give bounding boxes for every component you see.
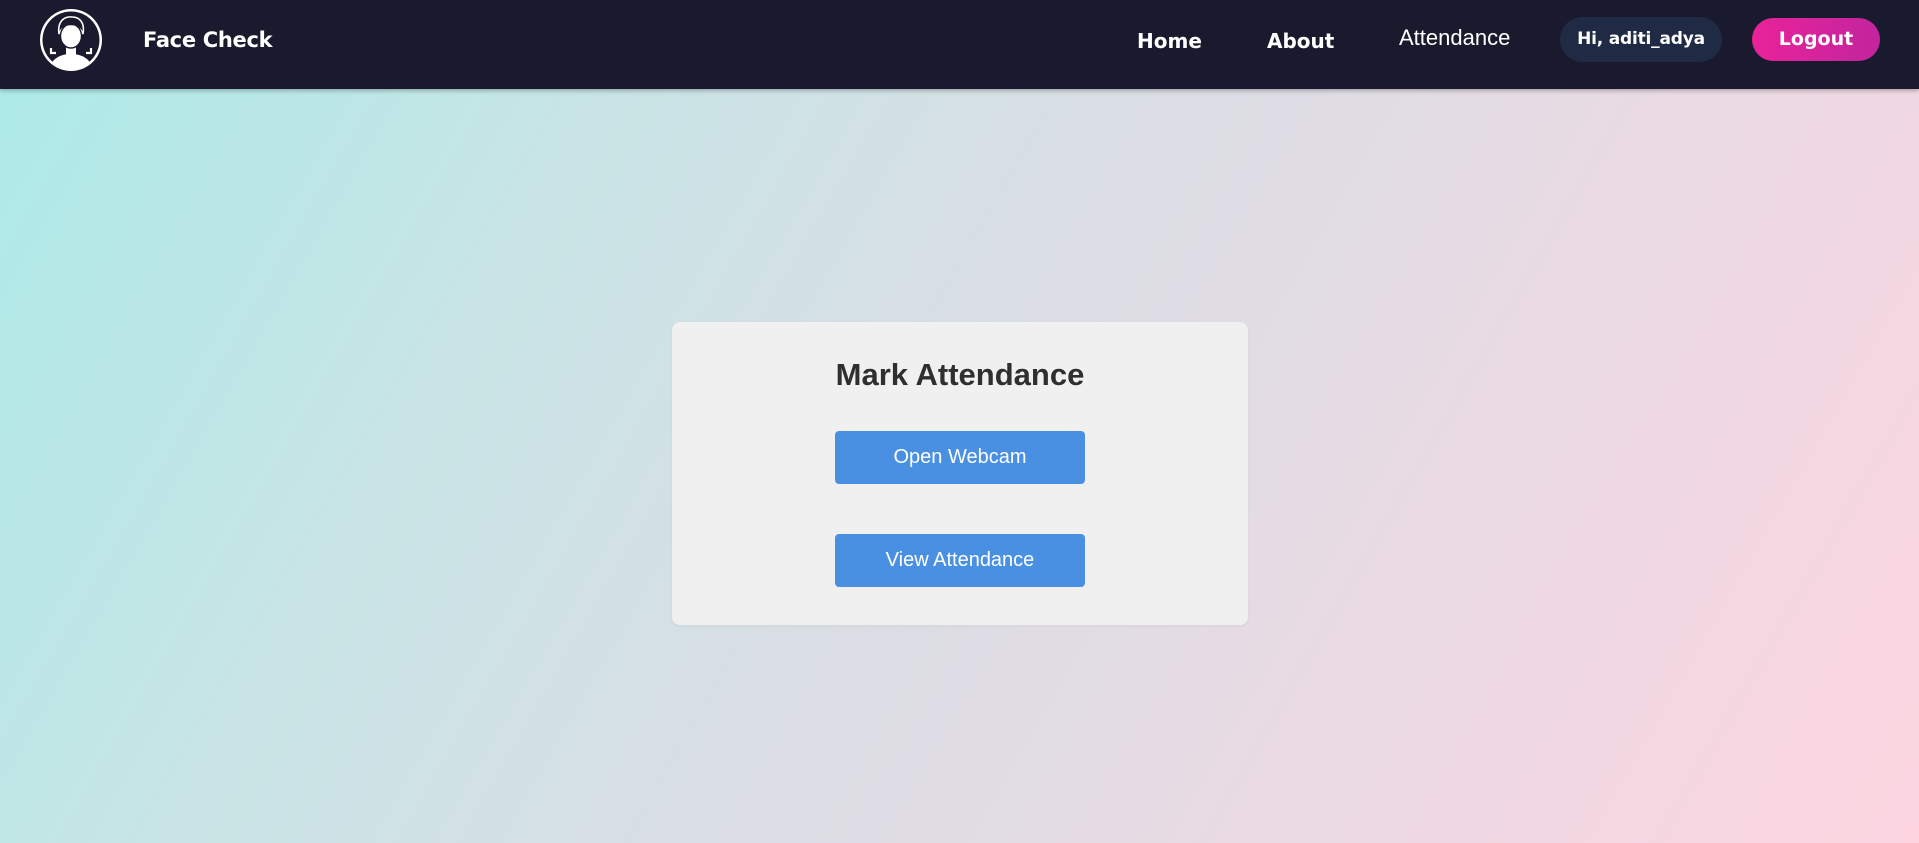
- user-greeting-badge: Hi, aditi_adya: [1560, 17, 1722, 62]
- top-navbar: Face Check Home About Attendance Hi, adi…: [0, 0, 1919, 89]
- face-scan-icon[interactable]: [38, 7, 104, 73]
- mark-attendance-card: Mark Attendance Open Webcam View Attenda…: [672, 322, 1248, 625]
- nav-link-attendance[interactable]: Attendance: [1399, 24, 1510, 52]
- face-scan-icon-graphic: [40, 9, 102, 71]
- brand-title[interactable]: Face Check: [143, 26, 273, 54]
- card-title: Mark Attendance: [835, 357, 1085, 392]
- logout-button[interactable]: Logout: [1752, 18, 1880, 61]
- view-attendance-button[interactable]: View Attendance: [835, 534, 1085, 587]
- open-webcam-button[interactable]: Open Webcam: [835, 431, 1085, 484]
- nav-link-about[interactable]: About: [1267, 27, 1334, 55]
- nav-link-home[interactable]: Home: [1137, 27, 1202, 55]
